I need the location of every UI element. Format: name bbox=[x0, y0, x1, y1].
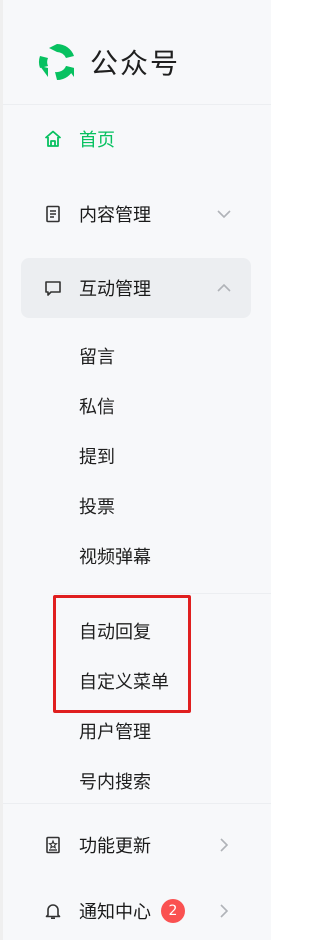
sidebar: 公众号 首页 内容管理 互动管理 留言 私信 提到 投票 视频弹幕 自动回复 自… bbox=[3, 0, 275, 941]
chevron-right-icon bbox=[220, 838, 229, 852]
chat-bubble-icon bbox=[43, 278, 63, 298]
app-title: 公众号 bbox=[90, 47, 181, 80]
book-star-icon bbox=[43, 835, 63, 855]
wechat-official-account-logo-icon bbox=[38, 43, 74, 81]
chevron-right-icon bbox=[220, 904, 229, 918]
content-area bbox=[271, 0, 331, 940]
subnav-divider bbox=[55, 593, 275, 594]
section-divider bbox=[3, 803, 271, 804]
chevron-down-icon bbox=[217, 210, 231, 219]
subnav-item-user-management[interactable]: 用户管理 bbox=[79, 714, 151, 748]
subnav-item-votes[interactable]: 投票 bbox=[79, 489, 115, 523]
nav-item-content-management[interactable]: 内容管理 bbox=[21, 184, 251, 244]
nav-label-content-management: 内容管理 bbox=[79, 205, 151, 226]
brand-logo[interactable]: 公众号 bbox=[36, 35, 180, 89]
nav-label-interaction-management: 互动管理 bbox=[79, 279, 151, 300]
document-icon bbox=[43, 204, 63, 224]
subnav-item-video-danmaku[interactable]: 视频弹幕 bbox=[79, 539, 151, 573]
nav-label-notification-center: 通知中心 bbox=[79, 902, 151, 923]
subnav-item-comments[interactable]: 留言 bbox=[79, 339, 115, 373]
nav-label-home: 首页 bbox=[79, 130, 115, 151]
notification-count-badge: 2 bbox=[161, 899, 185, 923]
nav-label-feature-updates: 功能更新 bbox=[79, 836, 151, 857]
subnav-item-mentions[interactable]: 提到 bbox=[79, 439, 115, 473]
nav-item-home[interactable]: 首页 bbox=[21, 109, 251, 169]
subnav-item-private-messages[interactable]: 私信 bbox=[79, 389, 115, 423]
home-icon bbox=[43, 129, 63, 149]
chevron-up-icon bbox=[217, 283, 231, 292]
nav-item-interaction-management[interactable]: 互动管理 bbox=[21, 258, 251, 318]
bell-icon bbox=[43, 901, 63, 921]
nav-item-feature-updates[interactable]: 功能更新 bbox=[21, 815, 251, 875]
nav-item-notification-center[interactable]: 通知中心 2 bbox=[21, 881, 251, 941]
subnav-item-account-search[interactable]: 号内搜索 bbox=[79, 764, 151, 798]
logo-divider bbox=[3, 104, 271, 105]
annotation-highlight-box bbox=[53, 595, 191, 713]
